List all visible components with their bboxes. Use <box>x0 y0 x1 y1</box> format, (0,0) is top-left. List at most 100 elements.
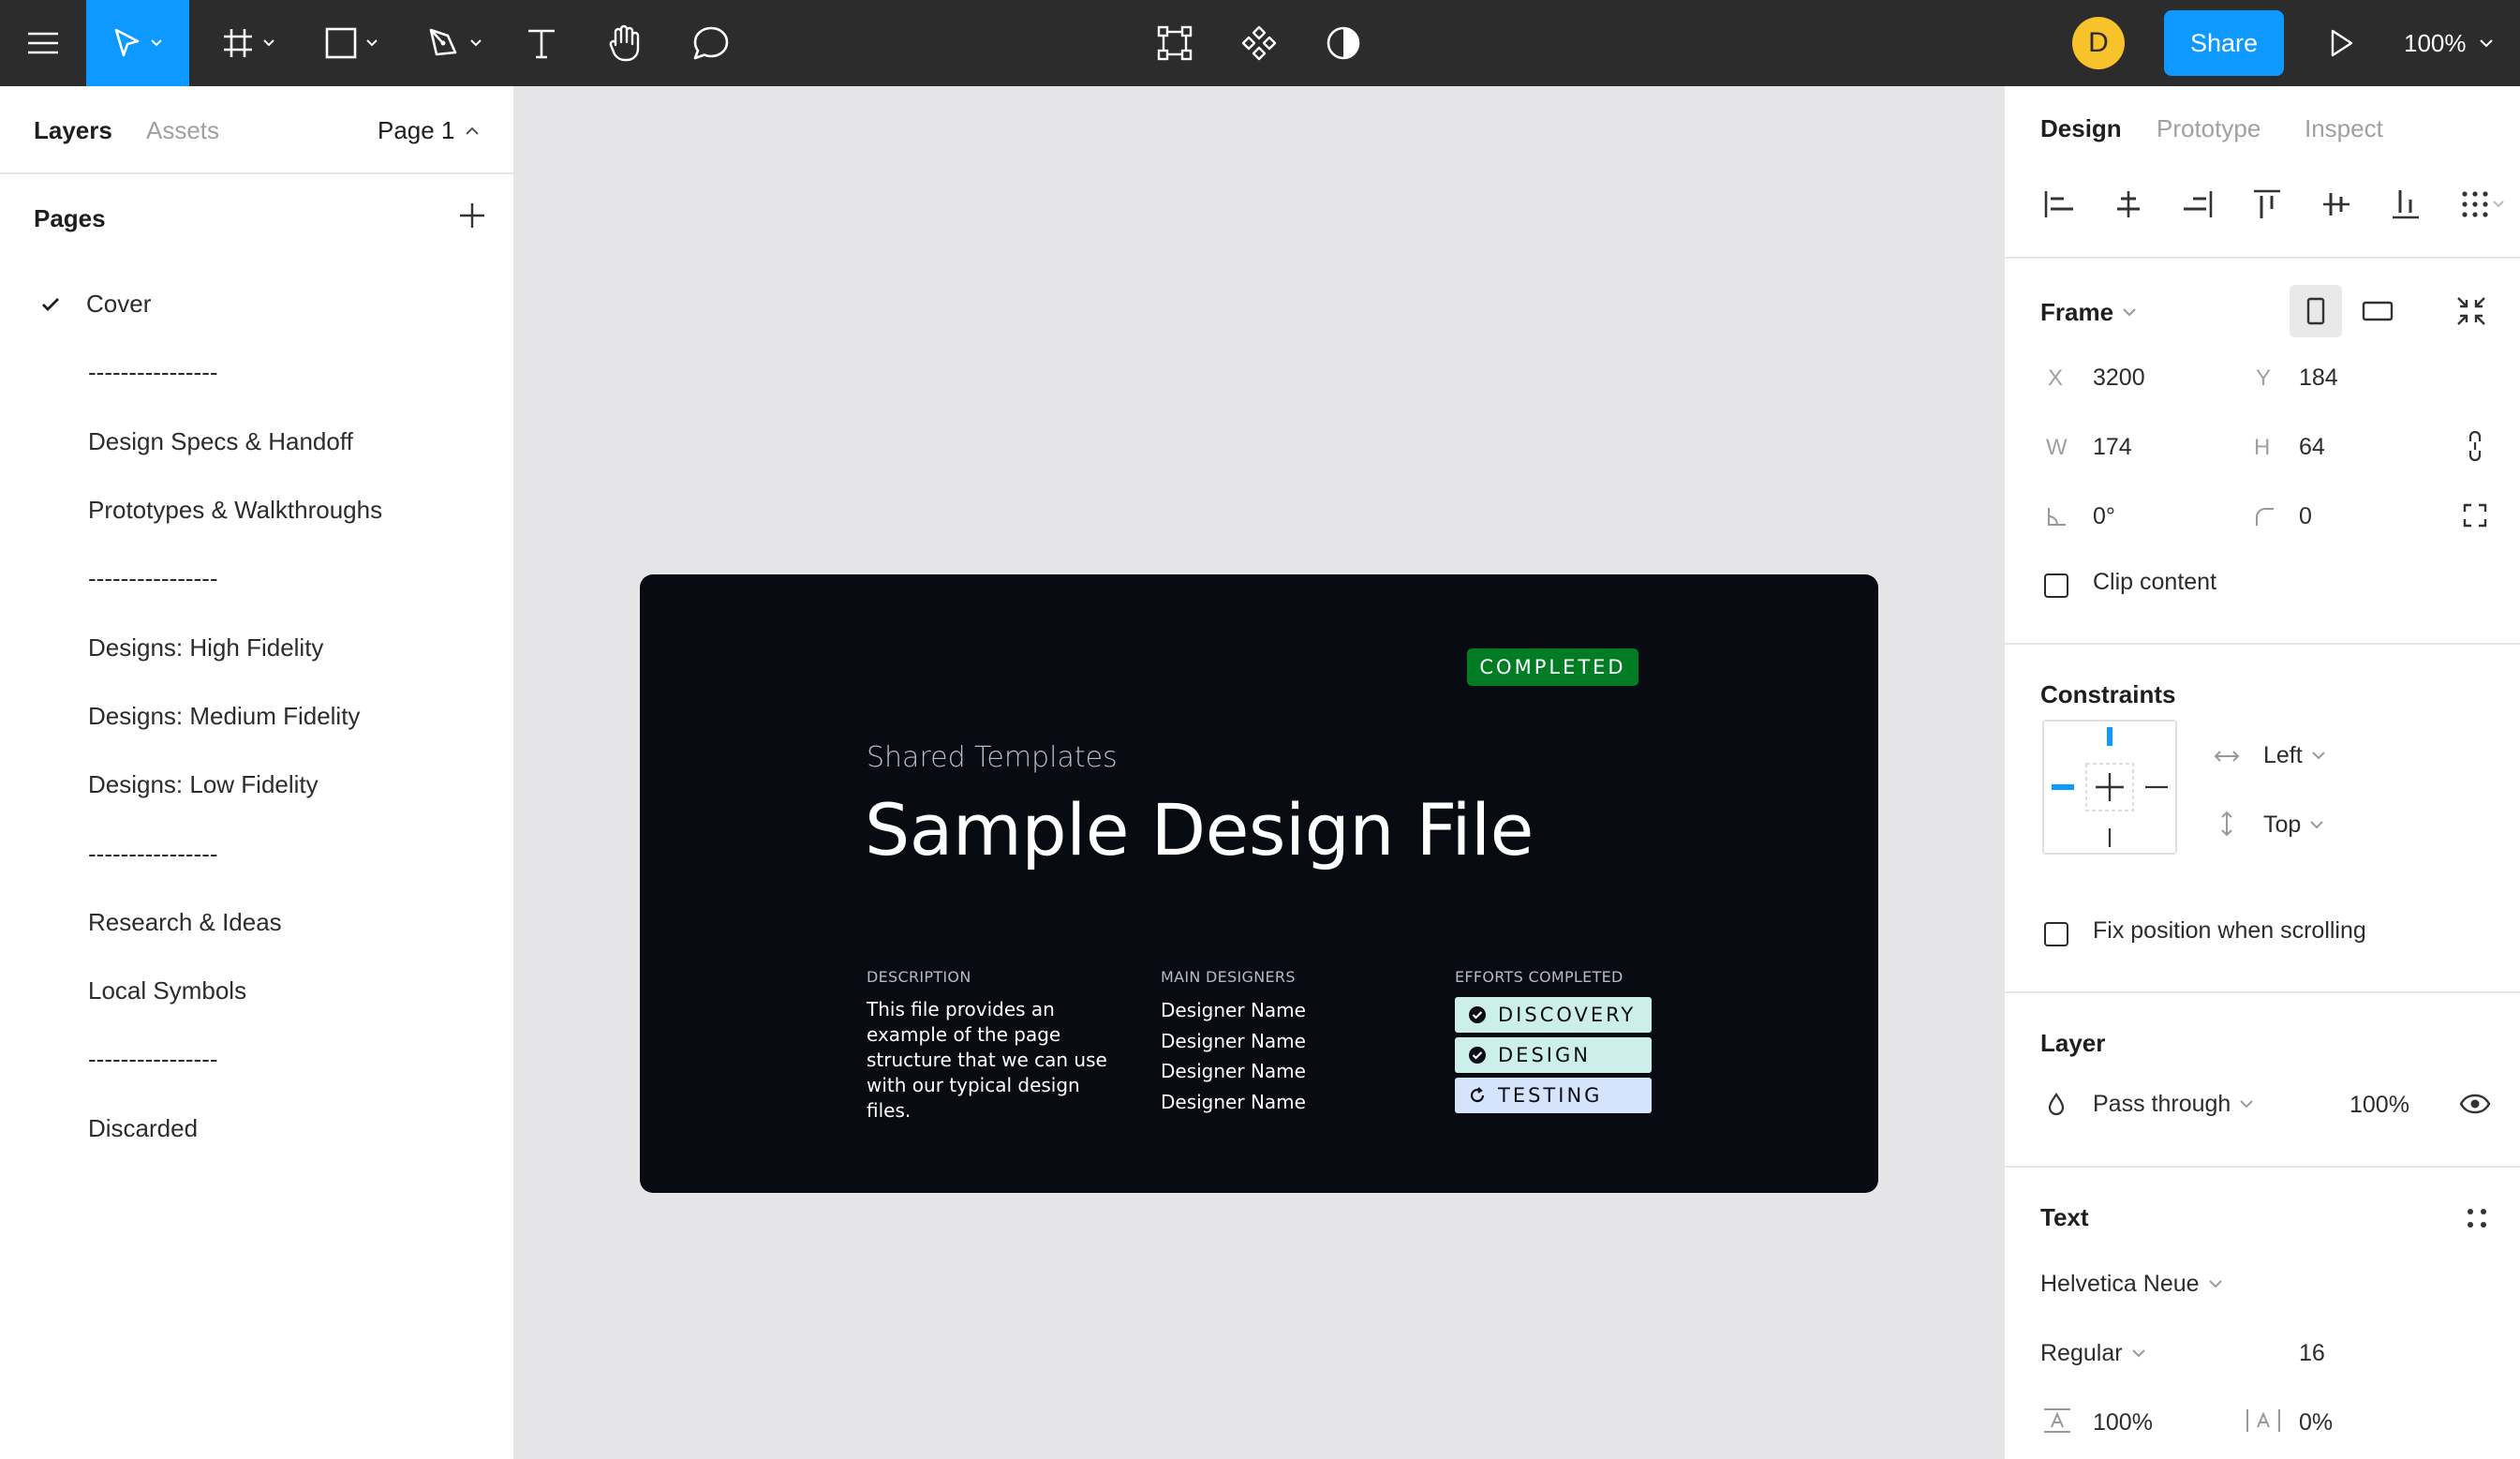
tab-prototype[interactable]: Prototype <box>2157 114 2261 143</box>
y-input[interactable]: 184 <box>2299 365 2338 392</box>
zoom-dropdown[interactable]: 100% <box>2404 0 2493 86</box>
cover-frame[interactable]: COMPLETED Shared Templates Sample Design… <box>640 574 1878 1193</box>
play-icon <box>2331 29 2353 57</box>
effort-tag: DESIGN <box>1455 1037 1652 1073</box>
align-top-button[interactable] <box>2246 184 2288 225</box>
clip-content-checkbox[interactable] <box>2044 573 2068 598</box>
page-item[interactable]: Design Specs & Handoff <box>0 408 513 476</box>
fix-position-checkbox[interactable] <box>2044 922 2068 946</box>
text-title: Text <box>2040 1203 2089 1231</box>
pages-heading: Pages <box>34 204 106 232</box>
create-component-button[interactable] <box>1231 0 1287 86</box>
corner-radius-input[interactable]: 0 <box>2299 503 2312 530</box>
font-family-dropdown[interactable]: Helvetica Neue <box>2040 1271 2222 1298</box>
page-item[interactable]: Designs: Low Fidelity <box>0 751 513 819</box>
page-item[interactable]: Research & Ideas <box>0 888 513 957</box>
align-right-icon <box>2184 191 2213 217</box>
tab-design[interactable]: Design <box>2040 114 2122 143</box>
horizontal-constraint-dropdown[interactable]: Left <box>2263 742 2325 769</box>
font-weight-value: Regular <box>2040 1340 2123 1366</box>
fix-position-label: Fix position when scrolling <box>2093 917 2366 944</box>
arrows-horizontal-icon <box>2214 751 2240 762</box>
page-item-label: Designs: High Fidelity <box>88 633 324 662</box>
chevron-down-icon <box>151 39 162 47</box>
page-item[interactable]: Designs: High Fidelity <box>0 613 513 681</box>
align-bottom-button[interactable] <box>2385 184 2426 225</box>
align-right-button[interactable] <box>2177 184 2218 225</box>
landscape-orientation-button[interactable] <box>2351 285 2404 337</box>
blend-mode-dropdown[interactable]: Pass through <box>2093 1091 2254 1118</box>
tab-layers[interactable]: Layers <box>34 116 112 145</box>
canvas[interactable]: COMPLETED Shared Templates Sample Design… <box>515 86 2003 1459</box>
constrain-proportions-button[interactable] <box>2456 425 2494 467</box>
letter-spacing-icon <box>2243 1404 2284 1437</box>
edit-object-icon <box>1157 25 1193 61</box>
vertical-constraint-dropdown[interactable]: Top <box>2263 811 2324 839</box>
chevron-down-icon <box>2131 1349 2145 1358</box>
chevron-up-icon <box>466 127 480 135</box>
x-input[interactable]: 3200 <box>2093 365 2145 392</box>
page-item[interactable]: ---------------- <box>0 1025 513 1094</box>
page-item[interactable]: Discarded <box>0 1094 513 1163</box>
rotation-input[interactable]: 0° <box>2093 503 2115 530</box>
add-page-button[interactable] <box>455 199 489 232</box>
portrait-orientation-button[interactable] <box>2290 285 2342 337</box>
designer-list: Designer Name Designer Name Designer Name D… <box>1161 995 1306 1117</box>
description-label: DESCRIPTION <box>867 968 971 986</box>
hand-tool-button[interactable] <box>596 0 652 86</box>
frame-section: Frame X 3200 Y 184 W 174 H 64 0° 0 Clip … <box>2005 259 2520 645</box>
rotation-icon <box>2042 502 2070 530</box>
align-left-icon <box>2044 191 2073 217</box>
align-left-button[interactable] <box>2038 184 2080 225</box>
vertical-constraint-icon <box>2213 810 2241 838</box>
font-weight-dropdown[interactable]: Regular <box>2040 1340 2145 1367</box>
page-item[interactable]: Prototypes & Walkthroughs <box>0 476 513 544</box>
align-horizontal-center-button[interactable] <box>2108 184 2149 225</box>
page-selector[interactable]: Page 1 <box>378 116 480 145</box>
share-button[interactable]: Share <box>2164 10 2284 76</box>
font-size-input[interactable]: 16 <box>2299 1340 2325 1367</box>
tab-assets[interactable]: Assets <box>146 116 219 145</box>
letter-spacing-input[interactable]: 0% <box>2299 1409 2333 1437</box>
main-menu-button[interactable] <box>0 0 86 86</box>
align-vertical-center-button[interactable] <box>2316 184 2357 225</box>
page-item[interactable]: ---------------- <box>0 338 513 407</box>
shape-tool-button[interactable] <box>309 0 393 86</box>
page-item[interactable]: ---------------- <box>0 819 513 887</box>
edit-object-button[interactable] <box>1147 0 1203 86</box>
present-button[interactable] <box>2314 0 2370 86</box>
frame-tool-button[interactable] <box>206 0 290 86</box>
resize-to-fit-button[interactable] <box>2445 285 2498 337</box>
page-item[interactable]: ---------------- <box>0 544 513 613</box>
comment-tool-button[interactable] <box>682 0 740 86</box>
page-item-label: Designs: Low Fidelity <box>88 770 319 799</box>
text-tool-button[interactable] <box>513 0 570 86</box>
distribute-menu-button[interactable] <box>2454 184 2511 225</box>
text-styles-button[interactable] <box>2458 1199 2496 1237</box>
height-input[interactable]: 64 <box>2299 434 2325 461</box>
line-height-a-icon <box>2044 1408 2070 1433</box>
chevron-down-icon <box>2310 821 2324 829</box>
page-item[interactable]: Designs: Medium Fidelity <box>0 682 513 751</box>
page-item-current[interactable]: Cover <box>0 270 513 338</box>
chevron-down-icon <box>2240 1100 2254 1109</box>
efforts-label: EFFORTS COMPLETED <box>1455 968 1623 986</box>
move-tool-button[interactable] <box>86 0 189 86</box>
h-label: H <box>2254 435 2271 460</box>
pen-tool-button[interactable] <box>412 0 497 86</box>
line-height-input[interactable]: 100% <box>2093 1409 2153 1437</box>
width-input[interactable]: 174 <box>2093 434 2132 461</box>
frame-section-title[interactable]: Frame <box>2040 298 2136 327</box>
independent-corners-button[interactable] <box>2458 499 2492 532</box>
tab-inspect[interactable]: Inspect <box>2305 114 2383 143</box>
layer-visibility-toggle[interactable] <box>2454 1087 2496 1121</box>
constraint-widget[interactable] <box>2042 720 2177 855</box>
landscape-icon <box>2362 301 2394 321</box>
plus-icon <box>460 203 484 228</box>
mask-toggle-button[interactable] <box>1315 0 1371 86</box>
layer-opacity-input[interactable]: 100% <box>2350 1092 2409 1119</box>
user-avatar[interactable]: D <box>2072 17 2125 69</box>
collapse-arrows-icon <box>2457 297 2485 325</box>
page-item[interactable]: Local Symbols <box>0 957 513 1025</box>
four-dots-icon <box>2468 1209 2486 1228</box>
